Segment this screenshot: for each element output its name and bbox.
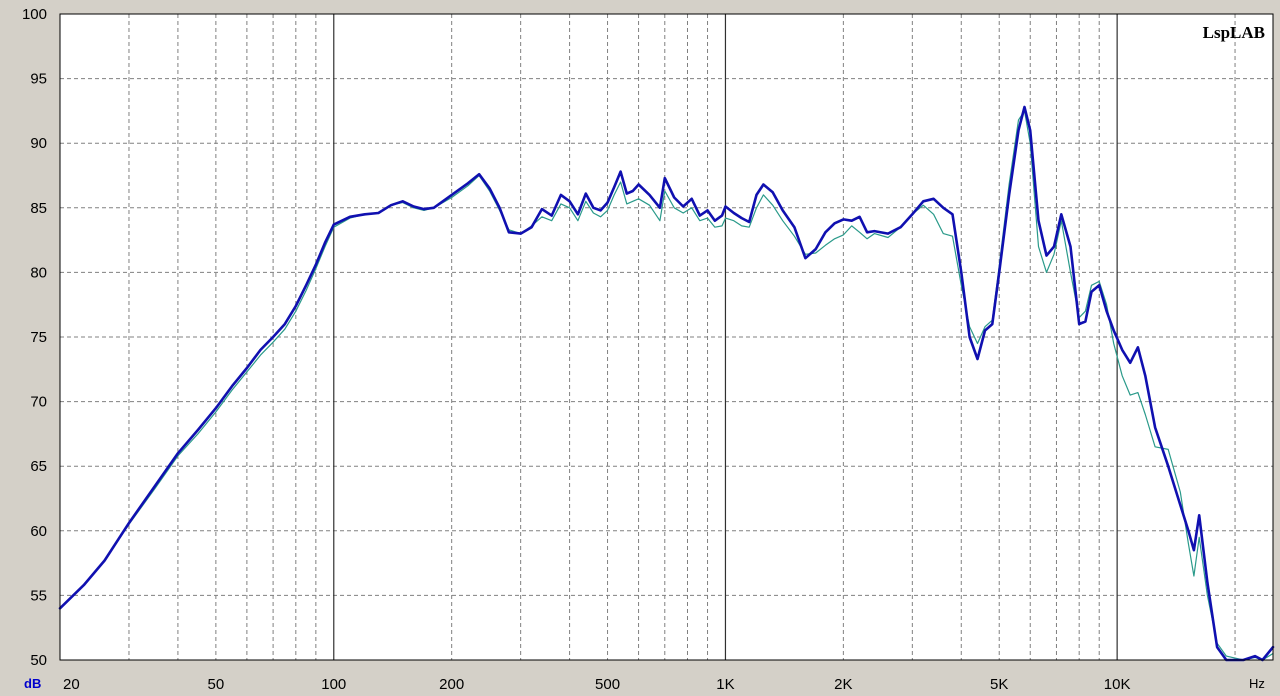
y-tick-label: 50 [30,652,47,669]
x-tick-labels: 20 50 100 200 500 1K 2K 5K 10K [63,676,1130,693]
y-tick-label: 55 [30,587,47,604]
y-tick-label: 60 [30,523,47,540]
x-tick-label: 100 [321,676,346,693]
x-tick-label: 200 [439,676,464,693]
x-tick-label: 2K [834,676,852,693]
y-tick-label: 95 [30,71,47,88]
y-tick-label: 75 [30,329,47,346]
y-tick-label: 80 [30,264,47,281]
x-tick-label: 1K [716,676,734,693]
x-axis-label: Hz [1249,676,1265,691]
x-tick-label: 20 [63,676,80,693]
y-tick-labels: 50 55 60 65 70 75 80 85 90 95 100 [22,6,47,669]
y-tick-label: 85 [30,200,47,217]
x-tick-label: 5K [990,676,1008,693]
y-tick-label: 100 [22,6,47,23]
x-tick-label: 50 [208,676,225,693]
y-tick-label: 70 [30,394,47,411]
y-tick-label: 90 [30,135,47,152]
x-tick-label: 500 [595,676,620,693]
y-axis-label: dB [24,676,41,691]
frequency-response-chart: 50556065707580859095100 20 50 100 200 500 1K 2… [22,6,1275,693]
brand-label: LspLAB [1203,23,1265,42]
x-tick-label: 10K [1104,676,1131,693]
y-tick-label: 65 [30,458,47,475]
